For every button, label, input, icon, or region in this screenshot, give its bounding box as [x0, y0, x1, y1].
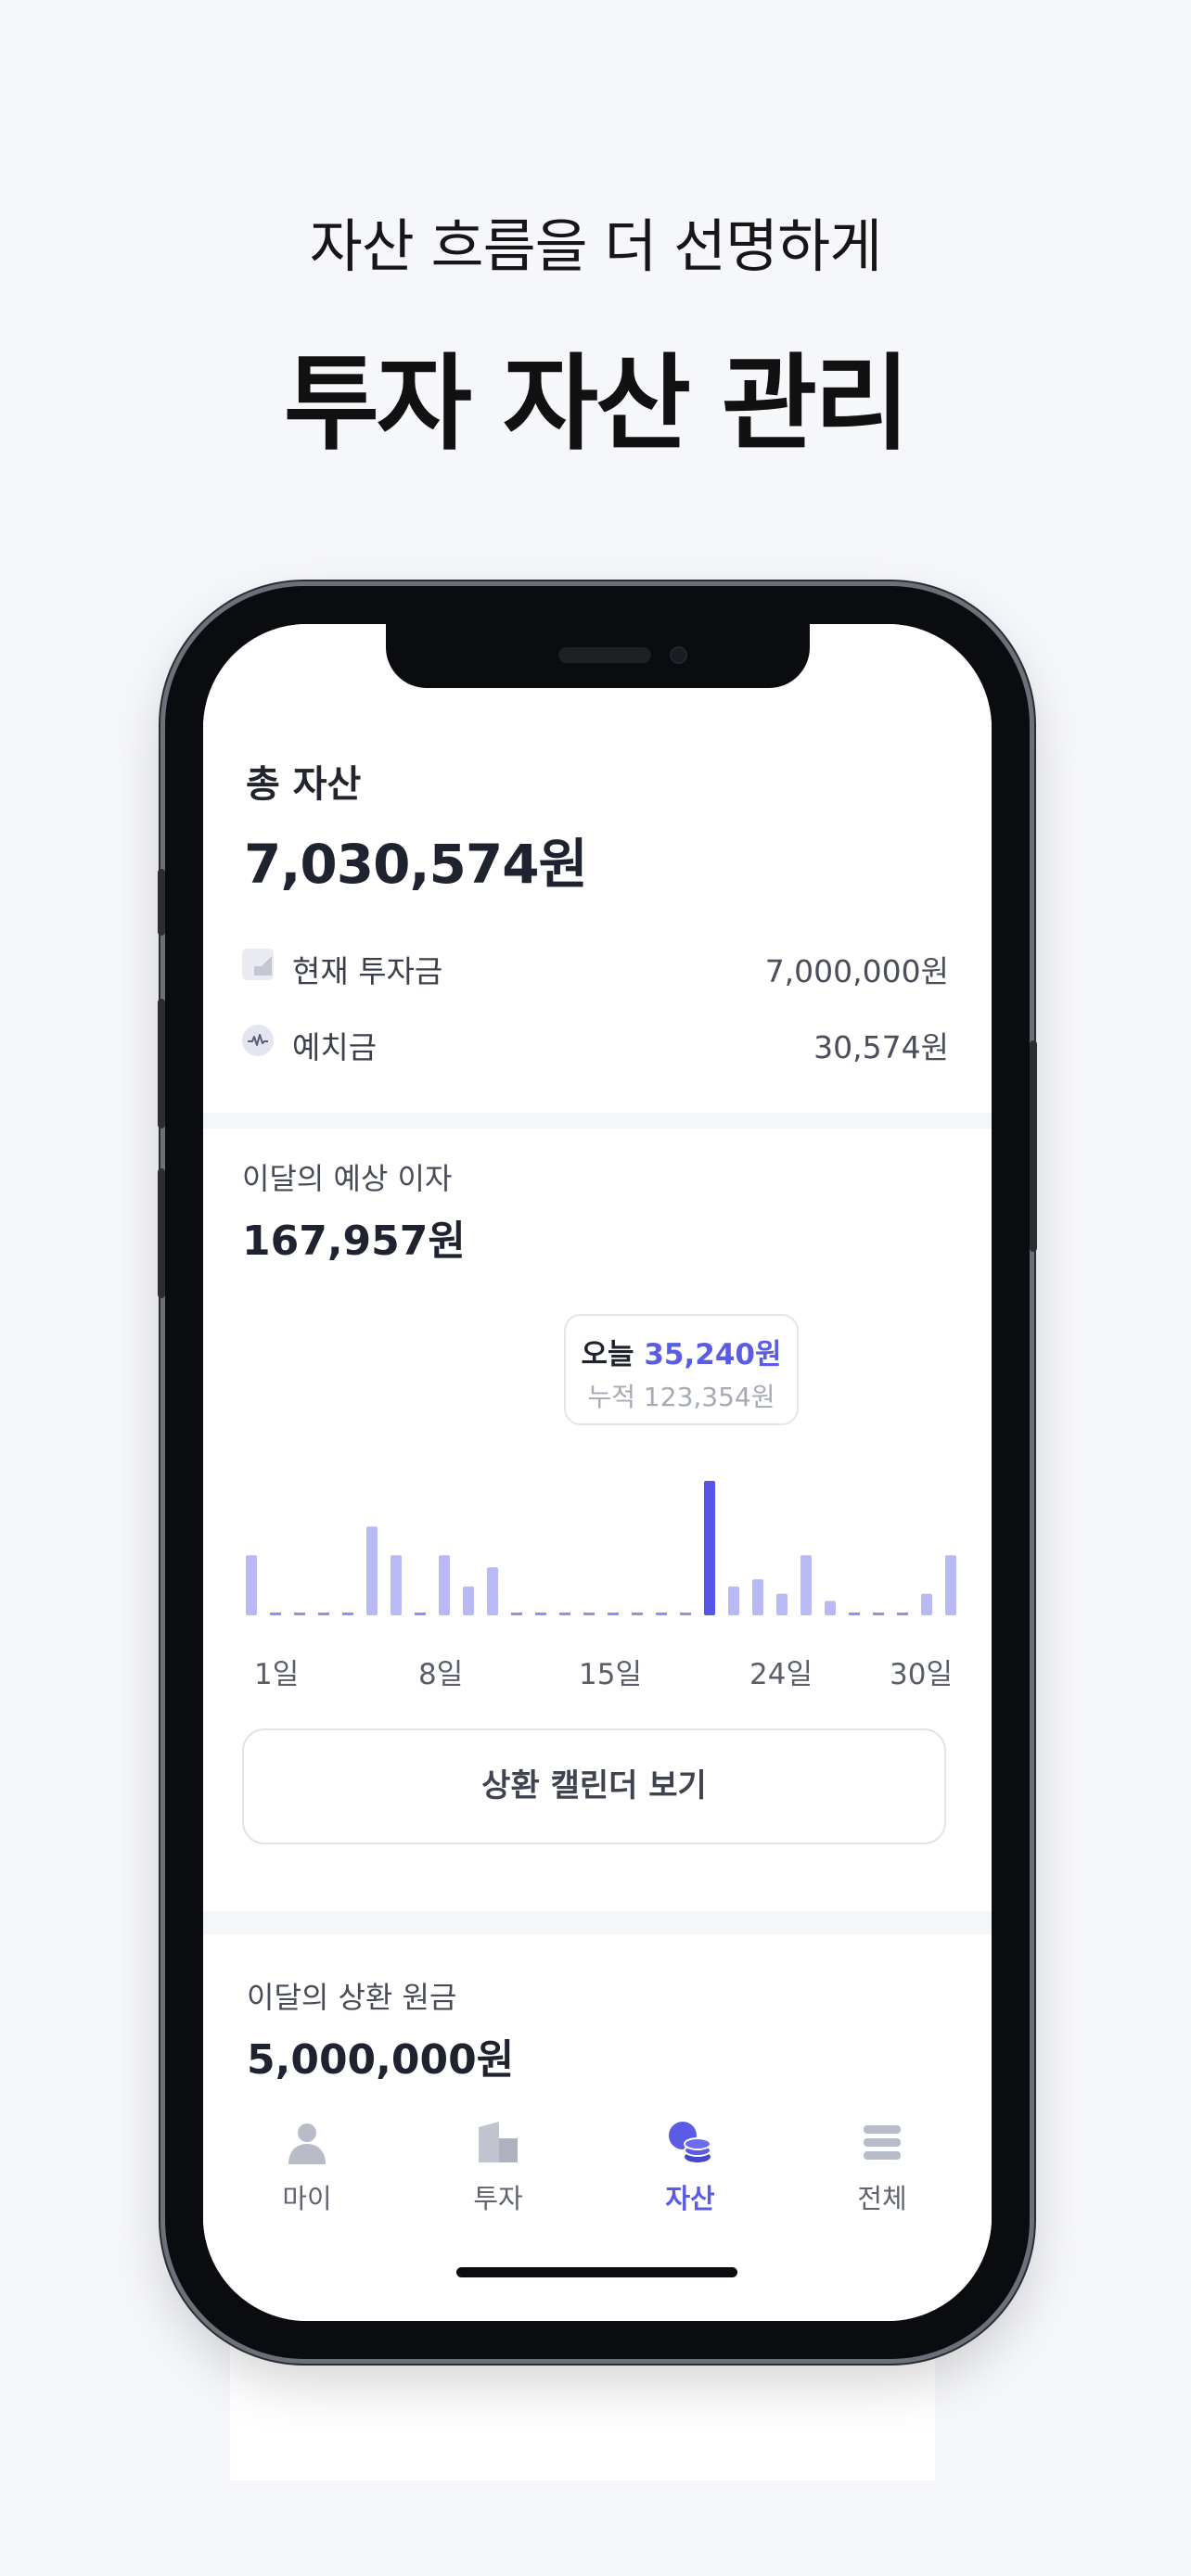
tab-label: 마이	[282, 2183, 332, 2214]
chart-bar[interactable]	[487, 1567, 498, 1615]
chart-bar[interactable]	[873, 1613, 884, 1615]
coins-icon	[669, 2122, 711, 2162]
power-button	[1030, 1040, 1037, 1252]
chart-bar[interactable]	[752, 1579, 763, 1615]
tooltip-today: 오늘 35,240원	[566, 1331, 797, 1372]
chart-bar[interactable]	[849, 1613, 860, 1615]
chart-bar[interactable]	[535, 1613, 546, 1615]
pulse-coin-icon	[242, 1025, 274, 1056]
phone-frame: 총 자산 7,030,574원 현재 투자금 7,000,000원 예치금 30…	[158, 586, 1037, 2359]
section-divider	[203, 1911, 992, 1934]
repayment-principal-amount: 5,000,000원	[247, 2036, 515, 2084]
tab-all[interactable]: 전체	[817, 2120, 947, 2216]
buildings-icon	[479, 2122, 518, 2162]
chart-bar[interactable]	[776, 1593, 788, 1615]
tab-assets[interactable]: 자산	[625, 2120, 755, 2216]
chart-bar[interactable]	[342, 1613, 353, 1615]
chart-bar[interactable]	[439, 1555, 450, 1615]
mute-switch	[158, 869, 165, 936]
deposit-value: 30,574원	[813, 1029, 949, 1065]
current-investment-value: 7,000,000원	[764, 953, 949, 989]
menu-icon	[864, 2125, 901, 2160]
chart-bar[interactable]	[921, 1593, 932, 1615]
chart-bar[interactable]	[608, 1613, 619, 1615]
app-screen: 총 자산 7,030,574원 현재 투자금 7,000,000원 예치금 30…	[203, 624, 992, 2321]
chart-bar[interactable]	[415, 1613, 426, 1615]
growth-step-icon	[242, 949, 274, 980]
x-tick-label: 30일	[890, 1658, 953, 1691]
chart-bar[interactable]	[366, 1526, 378, 1615]
chart-bar[interactable]	[511, 1613, 522, 1615]
expected-interest-label: 이달의 예상 이자	[242, 1161, 453, 1196]
bottom-tab-bar: 마이 투자 자산 전체	[203, 2120, 992, 2240]
total-assets-label: 총 자산	[246, 763, 362, 806]
chart-bar[interactable]	[728, 1586, 739, 1615]
volume-up-button	[158, 999, 165, 1129]
front-camera	[670, 646, 687, 664]
tab-label: 투자	[473, 2183, 523, 2214]
expected-interest-amount: 167,957원	[242, 1218, 466, 1265]
chart-bar-today[interactable]	[704, 1481, 715, 1615]
tooltip-cumulative: 누적 123,354원	[587, 1382, 775, 1412]
chart-bar[interactable]	[680, 1613, 691, 1615]
chart-bar[interactable]	[463, 1586, 474, 1615]
x-tick-label: 24일	[749, 1658, 813, 1691]
tab-label: 자산	[665, 2183, 715, 2214]
tab-my[interactable]: 마이	[242, 2120, 372, 2216]
notch	[386, 624, 810, 688]
chart-bar[interactable]	[318, 1613, 329, 1615]
tooltip-today-prefix: 오늘	[581, 1338, 634, 1371]
chart-bar[interactable]	[270, 1613, 281, 1615]
x-tick-label: 1일	[254, 1658, 300, 1691]
chart-bar[interactable]	[825, 1600, 836, 1615]
deposit-label: 예치금	[292, 1029, 378, 1065]
chart-bar[interactable]	[897, 1613, 908, 1615]
chart-bar[interactable]	[800, 1555, 812, 1615]
tab-label: 전체	[857, 2183, 907, 2214]
x-tick-label: 8일	[418, 1658, 464, 1691]
total-assets-amount: 7,030,574원	[244, 833, 588, 896]
chart-bar[interactable]	[246, 1555, 257, 1615]
speaker-grille	[558, 647, 651, 663]
chart-bar[interactable]	[656, 1613, 667, 1615]
home-indicator	[456, 2267, 737, 2277]
chart-tooltip: 오늘 35,240원 누적 123,354원	[564, 1314, 799, 1425]
tab-invest[interactable]: 투자	[433, 2120, 563, 2216]
expected-interest-section: 이달의 예상 이자 167,957원 오늘 35,240원 누적 123,354…	[203, 1129, 992, 1911]
x-tick-label: 15일	[579, 1658, 642, 1691]
volume-down-button	[158, 1168, 165, 1298]
repayment-principal-label: 이달의 상환 원금	[247, 1980, 457, 2015]
chart-bar[interactable]	[559, 1613, 570, 1615]
repayment-calendar-button[interactable]: 상환 캘린더 보기	[242, 1728, 946, 1844]
chart-bar[interactable]	[391, 1555, 402, 1615]
chart-bar[interactable]	[945, 1555, 956, 1615]
daily-interest-bar-chart	[246, 1481, 956, 1615]
promo-title: 투자 자산 관리	[283, 344, 910, 465]
chart-bar[interactable]	[583, 1613, 595, 1615]
current-investment-label: 현재 투자금	[292, 953, 443, 989]
total-assets-section: 총 자산 7,030,574원 현재 투자금 7,000,000원 예치금 30…	[203, 624, 992, 1113]
promo-subtitle: 자산 흐름을 더 선명하게	[309, 212, 883, 280]
person-icon	[288, 2123, 326, 2164]
tooltip-today-value: 35,240원	[644, 1338, 782, 1371]
chart-bar[interactable]	[632, 1613, 643, 1615]
chart-bar[interactable]	[294, 1613, 305, 1615]
section-divider	[203, 1113, 992, 1129]
